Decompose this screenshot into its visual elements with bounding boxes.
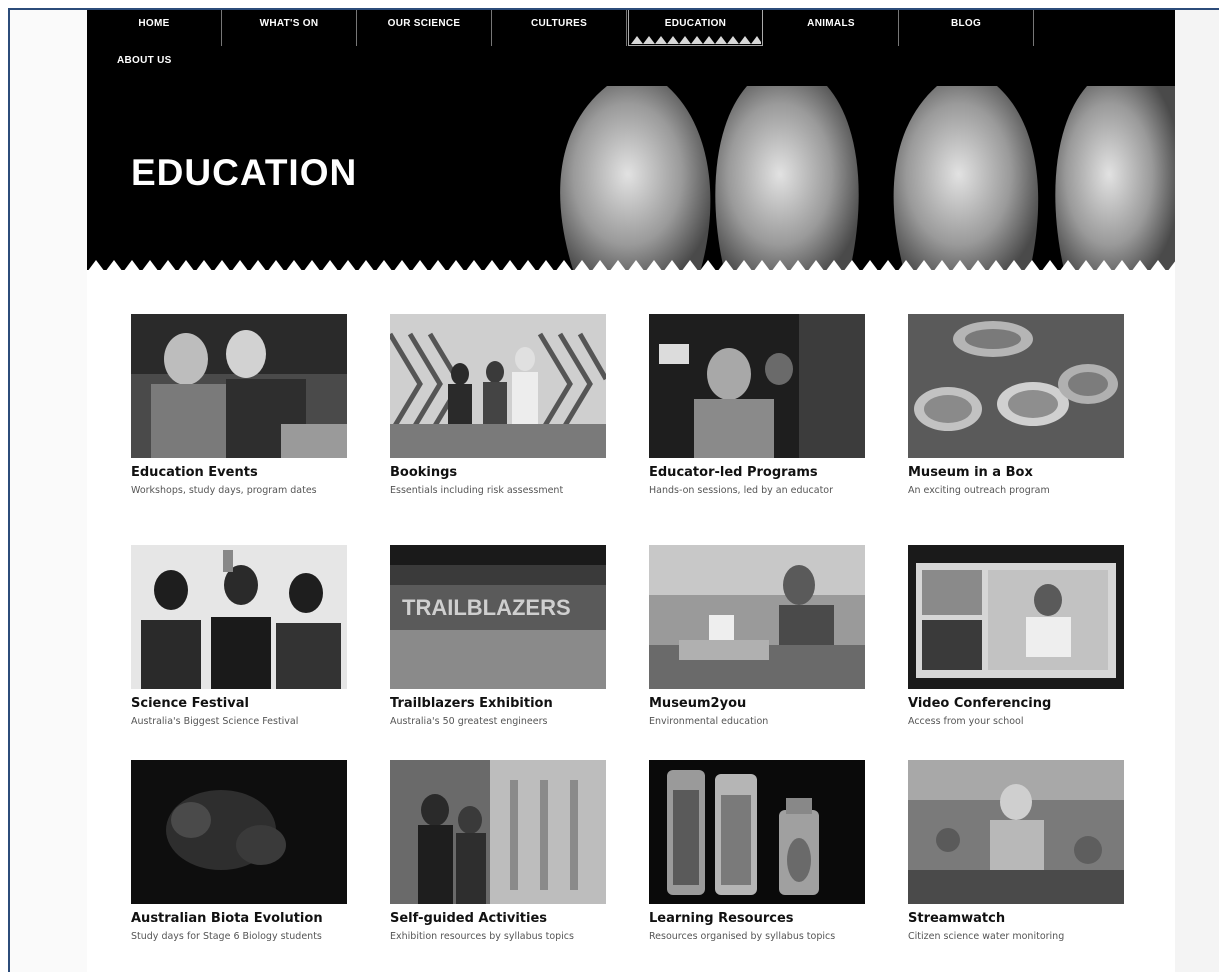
card-thumbnail[interactable] xyxy=(908,314,1124,458)
card-description: Resources organised by syllabus topics xyxy=(649,931,836,942)
card-thumbnail[interactable] xyxy=(649,314,865,458)
card-description: Exhibition resources by syllabus topics xyxy=(390,931,574,942)
card-description: Hands-on sessions, led by an educator xyxy=(649,485,834,496)
card-description: Workshops, study days, program dates xyxy=(131,485,317,496)
card-bookings[interactable]: Bookings Essentials including risk asses… xyxy=(390,314,606,497)
card-title[interactable]: Science Festival xyxy=(131,696,347,711)
card-title[interactable]: Learning Resources xyxy=(649,911,865,926)
card-trailblazers-exhibition[interactable]: TRAILBLAZERS Trailblazers Exhibition Aus… xyxy=(390,545,606,728)
card-description: Access from your school xyxy=(908,716,1024,727)
browser-frame: HOME WHAT'S ON OUR SCIENCE CULTURES EDUC… xyxy=(8,8,1219,972)
card-thumbnail[interactable] xyxy=(131,314,347,458)
education-grid: Education Events Workshops, study days, … xyxy=(87,10,1175,972)
card-thumbnail[interactable] xyxy=(390,760,606,904)
card-thumbnail[interactable] xyxy=(390,314,606,458)
card-title[interactable]: Museum2you xyxy=(649,696,865,711)
card-video-conferencing[interactable]: Video Conferencing Access from your scho… xyxy=(908,545,1124,728)
card-description: An exciting outreach program xyxy=(908,485,1050,496)
card-thumbnail[interactable] xyxy=(908,545,1124,689)
card-title[interactable]: Museum in a Box xyxy=(908,465,1124,480)
card-title[interactable]: Streamwatch xyxy=(908,911,1124,926)
card-thumbnail[interactable] xyxy=(131,545,347,689)
card-description: Australia's 50 greatest engineers xyxy=(390,716,548,727)
card-museum-in-a-box[interactable]: Museum in a Box An exciting outreach pro… xyxy=(908,314,1124,497)
card-thumbnail[interactable] xyxy=(131,760,347,904)
card-thumbnail[interactable] xyxy=(649,760,865,904)
card-museum2you[interactable]: Museum2you Environmental education xyxy=(649,545,865,728)
card-title[interactable]: Trailblazers Exhibition xyxy=(390,696,606,711)
card-education-events[interactable]: Education Events Workshops, study days, … xyxy=(131,314,347,497)
card-australian-biota-evolution[interactable]: Australian Biota Evolution Study days fo… xyxy=(131,760,347,943)
card-thumbnail[interactable]: TRAILBLAZERS xyxy=(390,545,606,689)
card-title[interactable]: Self-guided Activities xyxy=(390,911,606,926)
card-title[interactable]: Video Conferencing xyxy=(908,696,1124,711)
card-description: Essentials including risk assessment xyxy=(390,485,564,496)
card-title[interactable]: Education Events xyxy=(131,465,347,480)
page-gutter-right xyxy=(1175,10,1219,972)
card-description: Study days for Stage 6 Biology students xyxy=(131,931,322,942)
card-thumbnail[interactable] xyxy=(649,545,865,689)
card-description: Citizen science water monitoring xyxy=(908,931,1065,942)
card-streamwatch[interactable]: Streamwatch Citizen science water monito… xyxy=(908,760,1124,943)
card-thumbnail[interactable] xyxy=(908,760,1124,904)
card-title[interactable]: Australian Biota Evolution xyxy=(131,911,347,926)
card-title[interactable]: Educator-led Programs xyxy=(649,465,865,480)
page: HOME WHAT'S ON OUR SCIENCE CULTURES EDUC… xyxy=(87,10,1175,972)
card-learning-resources[interactable]: Learning Resources Resources organised b… xyxy=(649,760,865,943)
page-gutter-left xyxy=(10,10,87,972)
card-science-festival[interactable]: Science Festival Australia's Biggest Sci… xyxy=(131,545,347,728)
card-title[interactable]: Bookings xyxy=(390,465,606,480)
card-educator-led-programs[interactable]: Educator-led Programs Hands-on sessions,… xyxy=(649,314,865,497)
card-self-guided-activities[interactable]: Self-guided Activities Exhibition resour… xyxy=(390,760,606,943)
card-description: Environmental education xyxy=(649,716,769,727)
card-description: Australia's Biggest Science Festival xyxy=(131,716,299,727)
trailblazers-banner-text: TRAILBLAZERS xyxy=(402,595,571,620)
